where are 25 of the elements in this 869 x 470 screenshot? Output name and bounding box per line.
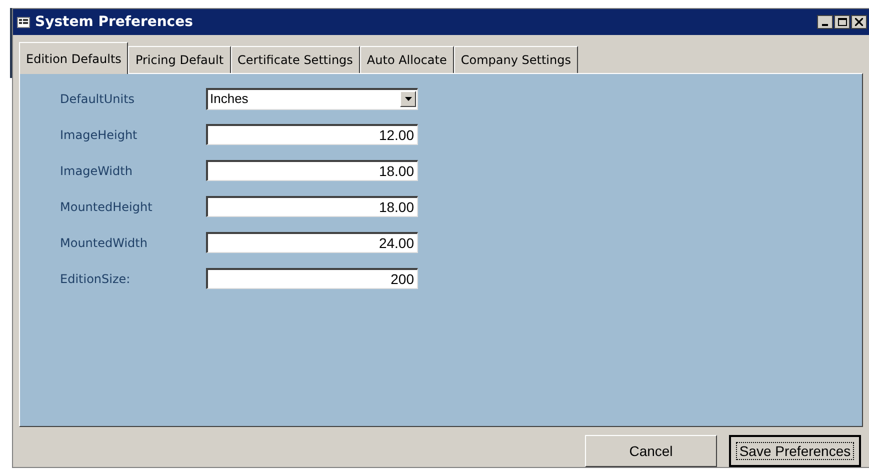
form-icon [17, 16, 30, 28]
field-label: ImageWidth [60, 162, 134, 180]
field-label: ImageHeight [60, 126, 138, 144]
field-label: DefaultUnits [60, 90, 136, 108]
units-dropdown[interactable]: Inches [206, 88, 418, 110]
save-button[interactable]: Save Preferences [729, 435, 861, 467]
field-label: MountedHeight [60, 198, 154, 216]
tab[interactable]: Certificate Settings [230, 46, 360, 73]
maximize-button[interactable] [834, 15, 850, 29]
minimize-button[interactable] [817, 15, 833, 29]
tab[interactable]: Edition Defaults [19, 42, 128, 74]
window-title: System Preferences [35, 12, 193, 32]
field-label: MountedWidth [60, 234, 148, 252]
number-field[interactable]: 200 [206, 268, 418, 289]
number-field[interactable]: 18.00 [206, 160, 418, 181]
field-label: EditionSize: [60, 270, 132, 288]
number-field[interactable]: 24.00 [206, 232, 418, 253]
close-button[interactable] [851, 15, 867, 29]
cancel-button[interactable]: Cancel [585, 435, 717, 467]
close-icon [855, 18, 863, 26]
tab[interactable]: Company Settings [454, 46, 578, 73]
number-field[interactable]: 12.00 [206, 124, 418, 145]
tab[interactable]: Auto Allocate [360, 46, 454, 73]
tab[interactable]: Pricing Default [128, 46, 231, 73]
number-field[interactable]: 18.00 [206, 196, 418, 217]
